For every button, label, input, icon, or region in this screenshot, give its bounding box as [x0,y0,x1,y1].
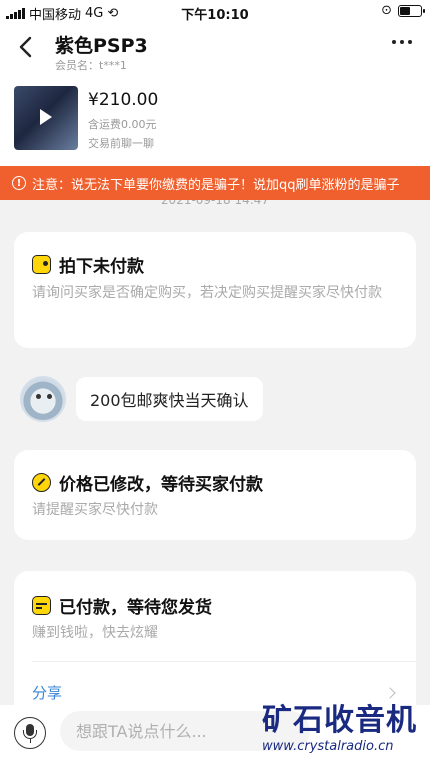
card-title-text: 价格已修改，等待买家付款 [59,475,263,495]
message-input[interactable] [60,711,310,751]
avatar[interactable] [20,376,66,422]
card-description: 赚到钱啦，快去炫耀 [32,625,158,641]
card-title: 价格已修改，等待买家付款 [32,470,263,495]
member-name: 会员名：t***1 [55,59,127,72]
card-title: 拍下未付款 [32,252,144,277]
card-title-text: 已付款，等待您发货 [59,598,212,618]
card-description: 请询问买家是否确定购买，若决定购买提醒买家尽快付款 [32,285,382,301]
status-bar: 中国移动 4G ⟲ 下午10:10 ⊙ [0,0,430,24]
message-bubble: 200包邮爽快当天确认 [76,377,263,421]
scam-warning-banner: ! 注意：说无法下单要你缴费的是骗子！说加qq刷单涨粉的是骗子 [0,166,430,200]
status-right: ⊙ [381,3,425,18]
play-icon [40,109,52,125]
share-link[interactable]: 分享 [32,682,62,703]
card-description: 请提醒买家尽快付款 [32,502,158,518]
chat-header: 紫色PSP3 会员名：t***1 [0,24,430,76]
orientation-lock-icon: ⊙ [381,3,392,18]
edit-price-icon [32,473,51,492]
product-price: ¥210.00 [88,90,159,110]
page-title: 紫色PSP3 [55,35,148,57]
shipping-fee: 含运费0.00元 [88,118,157,131]
product-thumbnail[interactable] [14,86,78,150]
card-title-text: 拍下未付款 [59,257,144,277]
battery-icon [398,4,425,17]
order-status-card: 已付款，等待您发货 赚到钱啦，快去炫耀 分享 [14,571,416,721]
divider [32,661,416,662]
wallet-icon [32,255,51,274]
exclamation-icon: ! [12,176,26,190]
back-arrow-icon[interactable] [14,34,40,60]
message-input-bar [0,705,430,765]
chevron-right-icon[interactable] [384,687,396,699]
card-title: 已付款，等待您发货 [32,593,212,618]
chat-before-deal-link[interactable]: 交易前聊一聊 [88,135,154,151]
clock: 下午10:10 [181,8,249,23]
more-options-icon[interactable] [392,40,412,44]
shipping-box-icon [32,596,51,615]
order-status-card: 价格已修改，等待买家付款 请提醒买家尽快付款 [14,450,416,540]
warning-text: 注意：说无法下单要你缴费的是骗子！说加qq刷单涨粉的是骗子 [32,177,400,193]
battery-level [400,6,410,15]
microphone-icon[interactable] [14,717,46,749]
chat-message: 200包邮爽快当天确认 [20,376,263,422]
product-summary[interactable]: ¥210.00 含运费0.00元 交易前聊一聊 [0,76,430,166]
order-status-card: 拍下未付款 请询问买家是否确定购买，若决定购买提醒买家尽快付款 [14,232,416,348]
